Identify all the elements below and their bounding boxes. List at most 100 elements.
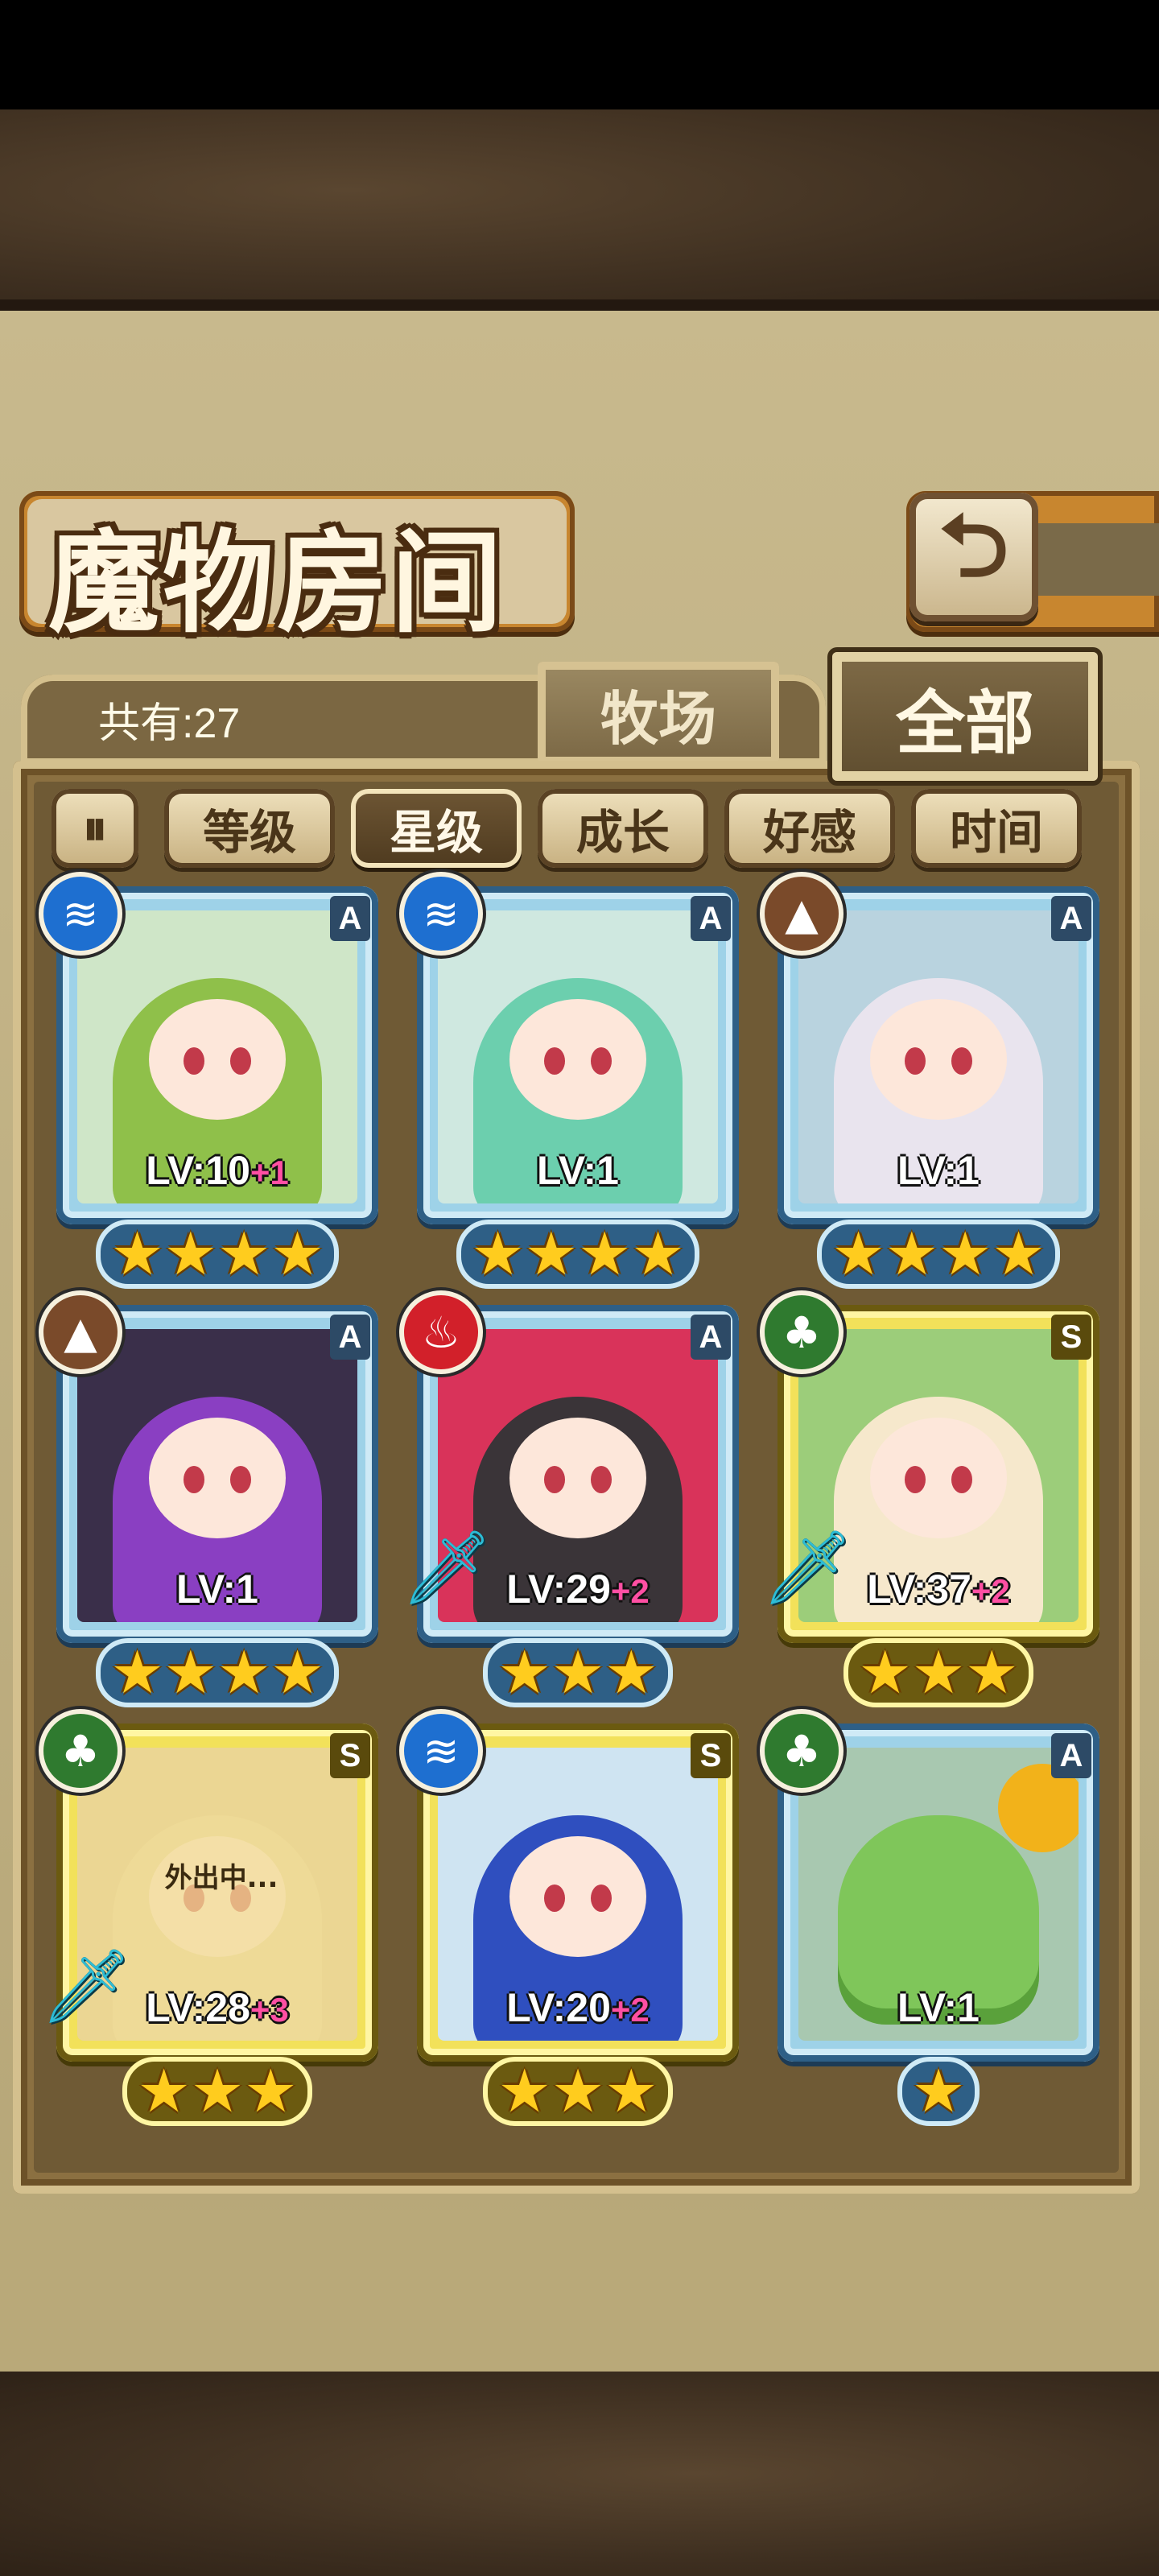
- monster-eye: [905, 1466, 926, 1493]
- star-icon: ★: [163, 1638, 217, 1707]
- star-icon: ★: [497, 1638, 551, 1707]
- star-icon: ★: [965, 1638, 1019, 1707]
- rank-badge: A: [1051, 896, 1091, 941]
- rank-badge: S: [330, 1733, 370, 1778]
- rank-badge: A: [1051, 1733, 1091, 1778]
- monster-card[interactable]: A ▲ LV:1 ★★★★: [43, 1295, 386, 1707]
- level-label: LV:20+2: [409, 1984, 747, 2031]
- star-rating-pill: ★★★★: [96, 1220, 339, 1289]
- back-button[interactable]: ⮌: [909, 493, 1038, 621]
- parchment-bottom-strip: [0, 2210, 1159, 2371]
- wood-element-icon: ♣: [765, 1714, 839, 1788]
- monster-count: 共有:27: [98, 700, 241, 747]
- star-rating-pill: ★★★★: [96, 1638, 339, 1707]
- tab-all[interactable]: 全部: [832, 652, 1098, 781]
- level-value: LV:1: [537, 1148, 619, 1193]
- star-icon: ★: [110, 1220, 164, 1289]
- level-value: LV:28: [146, 1985, 250, 2030]
- level-label: LV:10+1: [48, 1147, 386, 1194]
- sort-affection-button[interactable]: 好感: [724, 789, 895, 868]
- level-value: LV:20: [506, 1985, 611, 2030]
- map-background-top: [0, 109, 1159, 311]
- monster-card[interactable]: 外出中... S ♣ 🗡 LV:28+3 ★★★: [40, 1714, 386, 2126]
- monster-card[interactable]: S ≋ LV:20+2 ★★★: [404, 1714, 747, 2126]
- monster-eye: [591, 1466, 612, 1493]
- star-icon: ★: [911, 1638, 966, 1707]
- monster-card[interactable]: A ♣ LV:1 ★: [765, 1714, 1107, 2126]
- rank-badge: A: [691, 1315, 731, 1360]
- level-value: LV:29: [506, 1567, 611, 1612]
- sort-level-button[interactable]: 等级: [164, 789, 335, 868]
- rank-badge: A: [330, 1315, 370, 1360]
- star-icon: ★: [604, 1638, 658, 1707]
- star-icon: ★: [831, 1220, 885, 1289]
- star-rating-pill: ★★★: [122, 2057, 312, 2126]
- level-label: LV:1: [769, 1147, 1107, 1194]
- level-bonus: +3: [250, 1991, 289, 2029]
- star-icon: ★: [471, 1220, 525, 1289]
- level-value: LV:1: [897, 1148, 980, 1193]
- level-bonus: +2: [610, 1991, 650, 2029]
- level-bonus: +2: [971, 1572, 1010, 1610]
- monster-grid: A ≋ LV:10+1 ★★★★ A ≋ LV:1 ★★★★ A ▲ LV:1 ★★★★ A ▲ LV:1 ★…: [40, 877, 1127, 2137]
- star-icon: ★: [110, 1638, 164, 1707]
- star-rating-pill: ★★★: [483, 2057, 673, 2126]
- game-screen: 魔物房间 ⮌ 共有:27 牧场 全部 ⏸ 等级 星级 成长 好感 时间 A ≋ LV…: [0, 0, 1159, 2576]
- star-rating: ★★★: [48, 2057, 386, 2126]
- level-value: LV:10: [146, 1148, 250, 1193]
- star-icon: ★: [270, 1638, 324, 1707]
- monster-face: [509, 1836, 646, 1957]
- monster-card[interactable]: A ▲ LV:1 ★★★★: [765, 877, 1107, 1289]
- monster-eye: [544, 1466, 565, 1493]
- level-label: LV:37+2: [769, 1566, 1107, 1612]
- sort-order-icon: ⏸: [83, 800, 107, 857]
- star-rating: ★★★★: [409, 1220, 747, 1289]
- status-bar: [0, 0, 1159, 109]
- star-rating: ★★★★: [48, 1220, 386, 1289]
- star-icon: ★: [578, 1220, 632, 1289]
- level-label: LV:1: [769, 1984, 1107, 2031]
- level-label: LV:1: [48, 1566, 386, 1612]
- rank-badge: S: [1051, 1315, 1091, 1360]
- monster-eye: [544, 1047, 565, 1075]
- monster-face: [149, 1418, 286, 1538]
- monster-face: [870, 999, 1007, 1120]
- star-icon: ★: [551, 2057, 605, 2126]
- monster-card[interactable]: S ♣ 🗡 LV:37+2 ★★★: [761, 1295, 1107, 1707]
- monster-face: [509, 999, 646, 1120]
- monster-card[interactable]: A ≋ LV:10+1 ★★★★: [43, 877, 386, 1289]
- star-icon: ★: [137, 2057, 191, 2126]
- sort-growth-button[interactable]: 成长: [538, 789, 708, 868]
- monster-eye: [184, 1047, 204, 1075]
- water-element-icon: ≋: [43, 877, 118, 951]
- star-rating-pill: ★★★: [843, 1638, 1033, 1707]
- star-icon: ★: [163, 1220, 217, 1289]
- monster-eye: [230, 1047, 251, 1075]
- away-status-label: 外出中...: [164, 1862, 278, 1894]
- monster-eye: [544, 1885, 565, 1912]
- star-icon: ★: [992, 1220, 1046, 1289]
- sort-star-button[interactable]: 星级: [351, 789, 522, 868]
- monster-card[interactable]: A ≋ LV:1 ★★★★: [404, 877, 747, 1289]
- earth-element-icon: ▲: [765, 877, 839, 951]
- monster-face: [149, 999, 286, 1120]
- level-value: LV:1: [897, 1985, 980, 2030]
- level-label: LV:28+3: [48, 1984, 386, 2031]
- monster-eye: [951, 1466, 972, 1493]
- star-icon: ★: [551, 1638, 605, 1707]
- star-icon: ★: [270, 1220, 324, 1289]
- star-rating-pill: ★★★: [483, 1638, 673, 1707]
- rank-badge: A: [330, 896, 370, 941]
- star-icon: ★: [858, 1638, 912, 1707]
- wood-element-icon: ♣: [43, 1714, 118, 1788]
- tab-pasture[interactable]: 牧场: [538, 662, 779, 765]
- monster-face: [509, 1418, 646, 1538]
- monster-face: [870, 1418, 1007, 1538]
- level-label: LV:29+2: [409, 1566, 747, 1612]
- sort-time-button[interactable]: 时间: [911, 789, 1082, 868]
- wood-element-icon: ♣: [765, 1295, 839, 1369]
- star-icon: ★: [217, 1220, 271, 1289]
- monster-card[interactable]: A ♨ 🗡 LV:29+2 ★★★: [401, 1295, 747, 1707]
- map-background-bottom: [0, 2372, 1159, 2576]
- sort-order-toggle-button[interactable]: ⏸: [52, 789, 138, 868]
